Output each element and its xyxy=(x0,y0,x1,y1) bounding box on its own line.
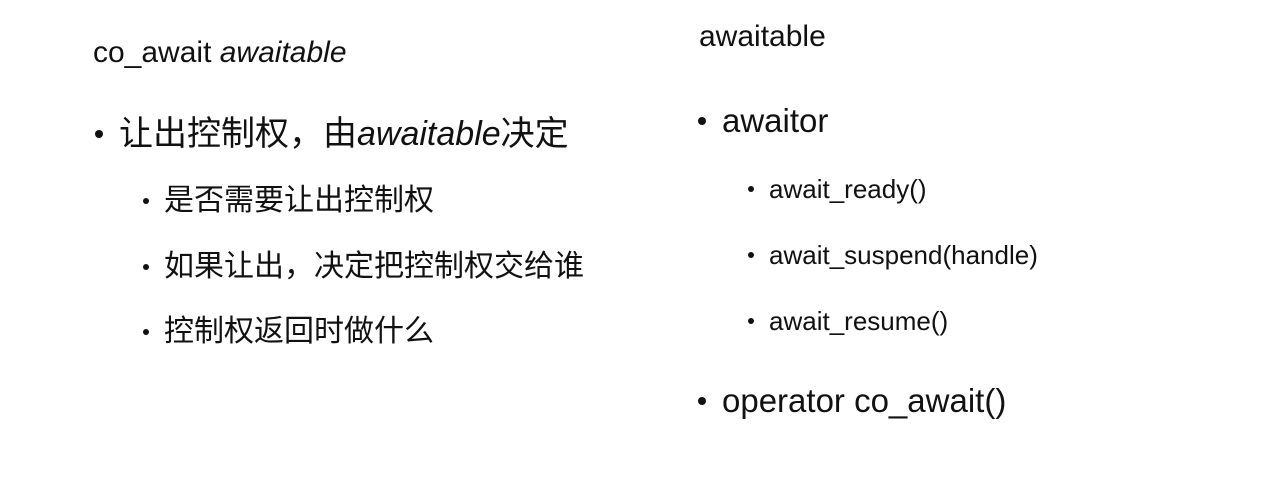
left-sub-bullet-3: 控制权返回时做什么 xyxy=(143,317,434,347)
right-main-bullet-1-text: awaitor xyxy=(722,102,829,139)
right-main-bullet-2-text: operator co_await() xyxy=(722,382,1007,419)
left-sub-bullet-1-text: 是否需要让出控制权 xyxy=(164,183,434,218)
left-main-bullet-after: 决定 xyxy=(500,114,569,154)
right-main-bullet-1: awaitor xyxy=(698,104,828,137)
right-sub-bullet-1: await_ready() xyxy=(748,176,927,202)
left-heading: co_await awaitable xyxy=(93,38,347,68)
bullet-icon xyxy=(143,264,149,270)
left-main-bullet-emphasis: awaitable xyxy=(357,115,501,153)
left-sub-bullet-2-text: 如果让出，决定把控制权交给谁 xyxy=(164,249,584,284)
bullet-icon xyxy=(143,329,149,335)
right-main-bullet-2: operator co_await() xyxy=(698,384,1006,417)
right-sub-bullet-3-text: await_resume() xyxy=(769,306,949,336)
right-column: awaitable awaitor await_ready() await_su… xyxy=(640,0,1264,482)
bullet-icon xyxy=(95,130,103,138)
bullet-icon xyxy=(748,252,754,258)
slide: co_await awaitable 让出控制权，由awaitable决定 是否… xyxy=(0,0,1264,482)
bullet-icon xyxy=(143,198,149,204)
left-heading-prefix: co_await xyxy=(93,36,212,69)
bullet-icon xyxy=(698,396,706,405)
bullet-icon xyxy=(748,318,754,324)
left-sub-bullet-3-text: 控制权返回时做什么 xyxy=(164,314,434,349)
right-sub-bullet-1-text: await_ready() xyxy=(769,174,927,204)
right-sub-bullet-2-text: await_suspend(handle) xyxy=(769,240,1038,270)
left-main-bullet: 让出控制权，由awaitable决定 xyxy=(95,117,569,151)
right-sub-bullet-2: await_suspend(handle) xyxy=(748,242,1038,268)
left-main-bullet-before: 让出控制权，由 xyxy=(119,114,357,154)
left-column: co_await awaitable 让出控制权，由awaitable决定 是否… xyxy=(0,0,640,482)
bullet-icon xyxy=(748,186,754,192)
left-main-bullet-text: 让出控制权，由awaitable决定 xyxy=(119,117,569,151)
left-sub-bullet-1: 是否需要让出控制权 xyxy=(143,186,434,216)
right-heading: awaitable xyxy=(699,20,826,53)
right-sub-bullet-3: await_resume() xyxy=(748,308,948,334)
bullet-icon xyxy=(698,116,706,125)
left-sub-bullet-2: 如果让出，决定把控制权交给谁 xyxy=(143,252,584,282)
left-heading-italic: awaitable xyxy=(219,36,347,69)
